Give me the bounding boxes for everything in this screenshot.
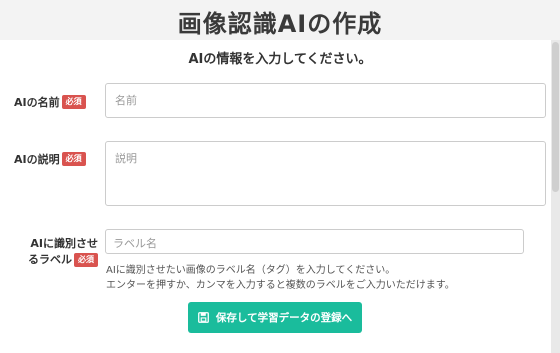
labels-help-line1: AIに識別させたい画像のラベル名（タグ）を入力してください。 — [106, 265, 396, 276]
labels-label: AIに識別させ るラベル 必須 — [14, 236, 98, 268]
required-badge: 必須 — [61, 95, 86, 109]
description-label: AIの説明 必須 — [14, 151, 86, 167]
scrollbar-thumb[interactable] — [552, 42, 559, 192]
page-title: 画像認識AIの作成 — [177, 10, 383, 38]
labels-help-line2: エンターを押すか、カンマを入力すると複数のラベルをご入力いただけます。 — [106, 280, 455, 291]
description-textarea-placeholder: 説明 — [115, 152, 137, 165]
floppy-disk-icon — [197, 312, 209, 323]
labels-label-line2: るラベル — [28, 253, 72, 266]
name-input-placeholder: 名前 — [115, 94, 137, 107]
name-label: AIの名前 必須 — [14, 94, 86, 110]
name-label-text: AIの名前 — [14, 96, 60, 109]
save-and-register-label: 保存して学習データの登録へ — [215, 312, 353, 324]
required-badge: 必須 — [61, 152, 86, 166]
required-badge: 必須 — [74, 253, 98, 267]
description-textarea[interactable]: 説明 — [105, 141, 546, 206]
description-label-text: AIの説明 — [14, 153, 60, 166]
name-input[interactable]: 名前 — [105, 83, 546, 118]
labels-help-text: AIに識別させたい画像のラベル名（タグ）を入力してください。 エンターを押すか、… — [106, 263, 455, 293]
form-subtitle: AIの情報を入力してください。 — [188, 52, 372, 67]
label-name-input-placeholder: ラベル名 — [113, 237, 157, 250]
labels-label-line1: AIに識別させ — [30, 237, 98, 250]
save-and-register-button[interactable]: 保存して学習データの登録へ — [188, 302, 362, 333]
label-name-input[interactable]: ラベル名 — [105, 229, 524, 254]
